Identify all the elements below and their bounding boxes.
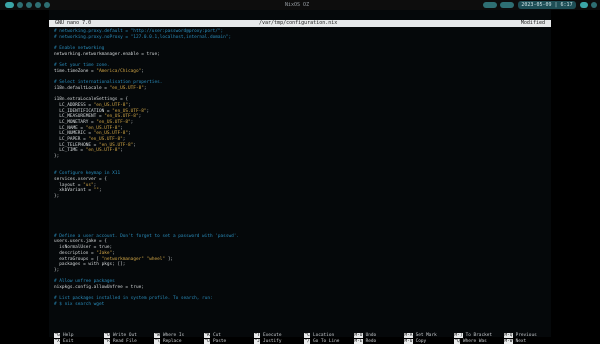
workspace-4-indicator[interactable] (35, 2, 41, 8)
shortcut-label: Read File (112, 338, 137, 344)
shortcut-item[interactable]: ^U Paste (204, 338, 227, 344)
workspace-2-indicator[interactable] (17, 2, 23, 8)
shortcut-key: M-W (504, 338, 513, 344)
shortcut-item[interactable]: ^Q Where Was (454, 338, 487, 344)
editor-text-area[interactable]: # networking.proxy.default = "http://use… (54, 29, 239, 308)
shortcut-row: ^X Exit ^R Read File ^\ Replace ^U Paste ^J … (54, 338, 550, 344)
shortcut-key: ^U (204, 338, 211, 344)
editor-line[interactable]: # networking.proxy.default = "http://use… (54, 29, 239, 35)
shortcut-item[interactable]: M-E Redo (354, 338, 377, 344)
shortcut-item[interactable]: M-6 Copy (404, 338, 427, 344)
system-top-bar: NixOS OZ 2023-05-09 | 6:17 PM (0, 0, 600, 16)
shortcut-key: ^T (254, 333, 261, 338)
shortcut-key: ^O (104, 333, 111, 338)
string-literal: "en_US.UTF-8" (93, 131, 129, 137)
shortcut-key: ^Q (454, 338, 461, 344)
shortcut-key: ^/ (304, 338, 311, 344)
string-literal: "en_US.UTF-8" (88, 137, 123, 143)
workspace-3-indicator[interactable] (26, 2, 32, 8)
shortcut-item[interactable]: ^R Read File (104, 338, 137, 344)
shortcut-item[interactable]: ^X Exit (54, 338, 74, 344)
workspace-1-indicator[interactable] (5, 2, 14, 8)
string-literal: "en_US.UTF-8" (109, 85, 144, 91)
shortcut-key: M-U (354, 333, 363, 338)
shortcut-key: ^W (154, 333, 161, 338)
string-literal: "us" (83, 182, 94, 188)
modified-indicator: Modified (520, 20, 545, 26)
shortcut-label: Go To Line (312, 338, 340, 344)
nano-title-bar: GNU nano 7.0 /var/tmp/configuration.nix … (49, 20, 551, 27)
string-literal: "en_US.UTF-8" (85, 125, 121, 131)
shortcut-label: Copy (415, 338, 427, 344)
string-literal: "Jake" (96, 250, 113, 256)
shortcut-key: ^\ (154, 338, 161, 344)
string-literal: "America/Chicago" (96, 68, 142, 74)
shortcut-label: Cut (212, 333, 221, 338)
panel-title: NixOS OZ (285, 2, 310, 8)
clock[interactable]: 2023-05-09 | 6:17 PM (518, 1, 576, 16)
editor-line[interactable]: # networking.proxy.noProxy = "127.0.0.1,… (54, 35, 239, 41)
tray-status-icon[interactable] (580, 2, 588, 8)
shortcut-key: ^X (54, 338, 61, 344)
string-literal: "en_US.UTF-8" (93, 102, 129, 108)
shortcut-label: Next (515, 338, 527, 344)
string-literal: "" (93, 188, 99, 194)
shortcut-key: ^G (54, 333, 61, 338)
shortcut-item[interactable]: ^\ Replace (154, 338, 182, 344)
string-literal: "wheel" (146, 256, 166, 262)
terminal-window[interactable]: GNU nano 7.0 /var/tmp/configuration.nix … (49, 10, 551, 344)
editor-line[interactable]: # $ nix search wget (54, 302, 239, 308)
shortcut-label: Paste (212, 338, 227, 344)
power-icon[interactable] (591, 2, 597, 8)
string-literal: "en_US.UTF-8" (85, 148, 121, 154)
shortcut-item[interactable]: ^/ Go To Line (304, 338, 340, 344)
shortcut-key: M-6 (404, 338, 413, 344)
shortcut-label: Exit (62, 338, 74, 344)
shortcut-key: M-] (454, 333, 463, 338)
string-literal: "en_US.UTF-8" (104, 114, 139, 120)
nano-version: GNU nano 7.0 (55, 20, 92, 26)
shortcut-item[interactable]: ^J Justify (254, 338, 282, 344)
string-literal: "en_US.UTF-8" (96, 120, 131, 125)
tray-network-icon[interactable] (483, 2, 497, 8)
shortcut-item[interactable]: M-W Next (504, 338, 527, 344)
shortcut-label: Write Out (112, 333, 137, 338)
shortcut-key: M-A (404, 333, 413, 338)
shortcut-label: Location (312, 333, 335, 338)
shortcut-label: Replace (162, 338, 182, 344)
shortcut-label: Previous (515, 333, 537, 338)
tray-volume-icon[interactable] (500, 2, 514, 8)
shortcut-label: Where Is (162, 333, 185, 338)
shortcut-key: ^C (304, 333, 311, 338)
shortcut-key: ^R (104, 338, 111, 344)
string-literal: "en_US.UTF-8" (112, 108, 147, 114)
shortcut-label: Execute (262, 333, 282, 338)
shortcut-key: ^K (204, 333, 211, 338)
shortcut-key: M-Q (504, 333, 513, 338)
shortcut-label: To Bracket (465, 333, 493, 338)
shortcut-label: Help (62, 333, 74, 338)
shortcut-label: Set Mark (415, 333, 437, 338)
string-literal: "networkmanager" (101, 256, 144, 262)
workspace-5-indicator[interactable] (44, 2, 50, 8)
string-literal: "en_US.UTF-8" (98, 142, 134, 148)
shortcut-bar: ^G Help ^O Write Out ^W Where Is ^K Cut ^T E… (54, 333, 550, 344)
shortcut-label: Justify (262, 338, 282, 344)
file-path: /var/tmp/configuration.nix (259, 20, 338, 26)
shortcut-label: Redo (365, 338, 377, 344)
shortcut-key: M-E (354, 338, 363, 344)
shortcut-label: Where Was (462, 338, 487, 344)
shortcut-label: Undo (365, 333, 377, 338)
shortcut-key: ^J (254, 338, 261, 344)
